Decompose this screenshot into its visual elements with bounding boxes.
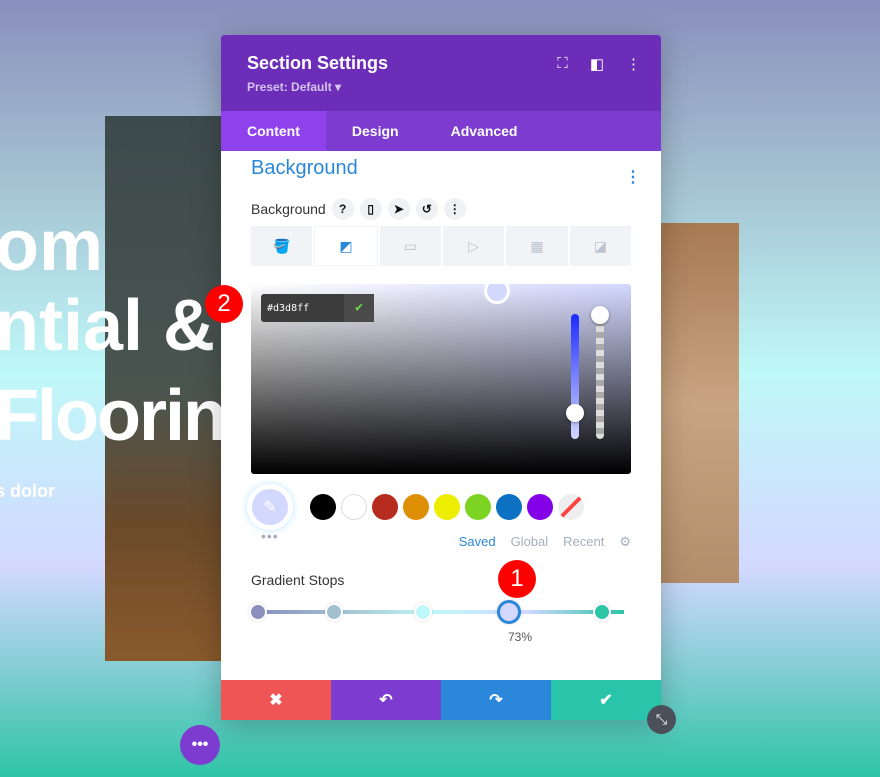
save-button[interactable]: ✔ [551,680,661,720]
selected-stop-position: 73% [507,630,533,644]
gradient-stop-handle[interactable] [497,600,522,624]
background-label: Background [251,201,326,217]
section-settings-panel: Section Settings Preset: Default ▾ ⛶ ◧ ⋮… [221,35,661,720]
global-tab[interactable]: Global [511,534,549,550]
more-icon[interactable]: ⋮ [626,55,641,73]
sidebar-layout-icon[interactable]: ◧ [590,55,604,73]
gear-icon[interactable]: ⚙ [619,534,631,550]
color-swatch[interactable] [465,494,491,520]
help-icon[interactable]: ? [331,198,354,220]
gradient-icon: ◩ [339,237,353,254]
fullscreen-icon[interactable]: ⛶ [557,55,568,73]
more-icon[interactable]: ⋮ [443,198,466,220]
pattern-icon: ▦ [530,237,544,254]
tab-content[interactable]: Content [221,111,326,151]
paint-bucket-icon: 🪣 [272,237,291,254]
background-photo-right [655,223,739,583]
color-swatch[interactable] [310,494,336,520]
image-type-tab[interactable]: ▭ [379,226,441,266]
color-swatch[interactable] [558,494,584,520]
annotation-badge-2: 2 [205,285,243,323]
hue-handle[interactable] [566,404,584,422]
color-swatch[interactable] [496,494,522,520]
color-cursor[interactable] [484,284,510,304]
gradient-stop-handle[interactable] [324,603,343,621]
hex-input[interactable]: #d3d8ff ✔ [261,294,374,322]
gradient-stop-handle[interactable] [414,603,433,621]
page-options-button[interactable]: ••• [180,725,220,765]
mask-type-tab[interactable]: ◪ [569,226,631,266]
gradient-stops-label: Gradient Stops [251,572,345,588]
resize-handle-icon[interactable]: ⤡ [647,705,676,734]
reset-icon[interactable]: ↺ [415,198,438,220]
redo-button[interactable]: ↷ [441,680,551,720]
image-icon: ▭ [403,237,417,254]
video-type-tab[interactable]: ▷ [442,226,505,266]
color-type-tab[interactable]: 🪣 [251,226,313,266]
hex-value[interactable]: #d3d8ff [267,303,309,314]
section-more-icon[interactable]: ⋮ [625,167,641,187]
color-swatch[interactable] [434,494,460,520]
mask-icon: ◪ [593,237,607,254]
cancel-button[interactable]: ✖ [221,680,331,720]
color-swatch[interactable] [341,494,367,520]
hero-line-4: s dolor [0,481,56,501]
gradient-preview-line [258,610,624,614]
gradient-stop-handle[interactable] [249,603,267,621]
eyedropper-icon: ✎ [263,499,277,516]
opacity-handle[interactable] [591,306,609,324]
mobile-icon[interactable]: ▯ [359,198,382,220]
tab-design[interactable]: Design [326,111,425,151]
gradient-type-tab[interactable]: ◩ [314,226,378,266]
undo-button[interactable]: ↶ [331,680,441,720]
hero-line-1: om [0,206,103,286]
hero-line-2: ntial & [0,286,216,366]
pattern-type-tab[interactable]: ▦ [506,226,568,266]
opacity-slider[interactable] [596,314,604,439]
recent-tab[interactable]: Recent [563,534,604,550]
color-swatch[interactable] [372,494,398,520]
annotation-badge-1: 1 [498,560,536,598]
section-title[interactable]: Background [251,157,631,180]
color-picker-area[interactable]: #d3d8ff ✔ [251,284,631,474]
gradient-stops-track[interactable]: 73% [249,600,631,644]
hover-cursor-icon[interactable]: ➤ [387,198,410,220]
gradient-stop-handle[interactable] [593,603,611,621]
tab-advanced[interactable]: Advanced [425,111,544,151]
color-swatch[interactable] [403,494,429,520]
color-swatch[interactable] [527,494,553,520]
panel-header[interactable]: Section Settings Preset: Default ▾ ⛶ ◧ ⋮ [221,35,661,111]
preset-select[interactable]: Preset: Default ▾ [247,80,635,94]
confirm-check-icon[interactable]: ✔ [344,294,374,322]
video-icon: ▷ [468,237,480,254]
saved-tab[interactable]: Saved [459,534,496,550]
eyedropper-button[interactable]: ✎ [247,484,293,530]
